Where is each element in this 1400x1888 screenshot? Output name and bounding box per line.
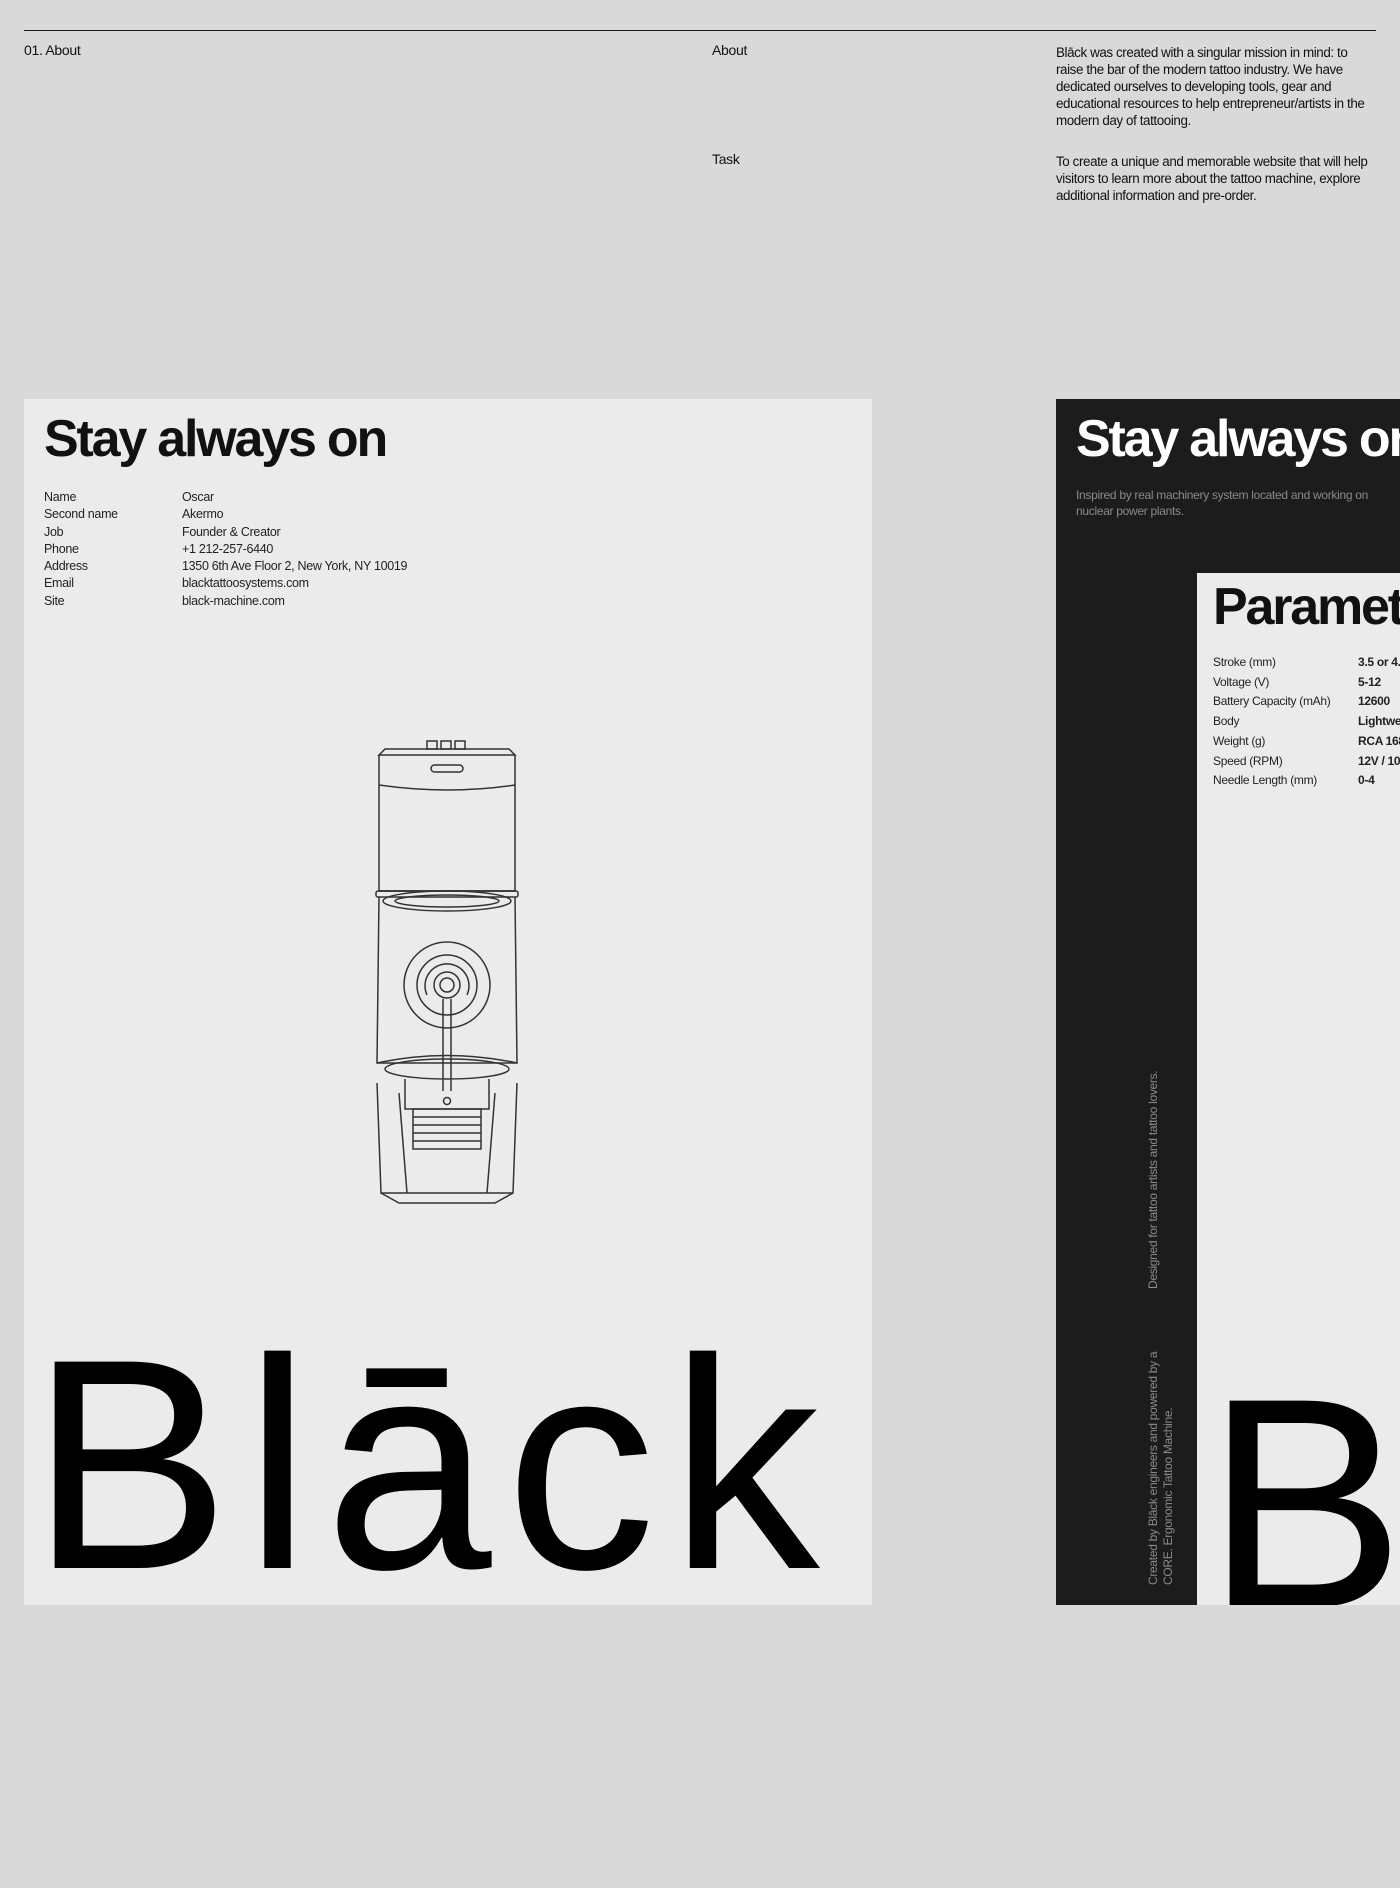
- contact-value: Akermo: [182, 507, 224, 522]
- contact-key: Job: [44, 524, 64, 539]
- contact-key: Address: [44, 559, 88, 574]
- contact-value: +1 212-257-6440: [182, 541, 274, 556]
- top-divider: [24, 30, 1376, 31]
- param-value: Lightweight: [1358, 714, 1400, 729]
- contact-row-second-name: Second name Akermo: [44, 506, 407, 523]
- contact-value: black-machine.com: [182, 593, 285, 608]
- contact-row-email: Email blacktattoosystems.com: [44, 575, 407, 592]
- contact-value: blacktattoosystems.com: [182, 576, 309, 591]
- param-value: 3.5 or 4.0: [1358, 655, 1400, 669]
- param-value: 12V / 10000: [1358, 753, 1400, 768]
- contact-key: Phone: [44, 541, 79, 556]
- contact-value: Founder & Creator: [182, 524, 281, 539]
- contact-value: Oscar: [182, 490, 214, 504]
- param-row-speed: Speed (RPM) 12V / 10000: [1213, 752, 1400, 772]
- task-label: Task: [712, 151, 740, 167]
- contact-key: Email: [44, 576, 74, 591]
- param-key: Speed (RPM): [1213, 753, 1283, 768]
- param-value: 0-4: [1358, 773, 1375, 788]
- poster-headline-dark: Stay always on: [1076, 410, 1400, 468]
- poster-contact: Stay always on Name Oscar Second name Aker…: [24, 399, 872, 1605]
- parameters-list: Stroke (mm) 3.5 or 4.0 Voltage (V) 5-12 Ba…: [1213, 653, 1400, 791]
- contact-row-phone: Phone +1 212-257-6440: [44, 541, 407, 558]
- poster-parameters: Stay always on Inspired by real machiner…: [1056, 399, 1400, 1605]
- brand-letter: B: [1205, 1335, 1400, 1605]
- poster-headline: Stay always on: [44, 410, 388, 468]
- vertical-caption-designed: Designed for tattoo artists and tattoo l…: [1146, 1070, 1160, 1289]
- param-row-battery: Battery Capacity (mAh) 12600: [1213, 692, 1400, 712]
- param-value: 12600: [1358, 694, 1390, 709]
- contact-row-address: Address 1350 6th Ave Floor 2, New York, N…: [44, 558, 408, 575]
- param-row-weight: Weight (g) RCA 168: [1213, 732, 1400, 752]
- contact-row-site: Site black-machine.com: [44, 593, 407, 610]
- about-label: About: [712, 42, 748, 58]
- parameters-title: Parameters: [1213, 578, 1400, 636]
- vertical-caption-line-2: CORE. Ergonomic Tattoo Machine.: [1161, 1407, 1175, 1585]
- param-key: Weight (g): [1213, 733, 1266, 748]
- tattoo-machine-icon: [375, 740, 519, 1204]
- contact-value: 1350 6th Ave Floor 2, New York, NY 10019: [182, 559, 408, 574]
- about-text: Blāck was created with a singular missio…: [1056, 45, 1365, 128]
- param-row-stroke: Stroke (mm) 3.5 or 4.0: [1213, 653, 1400, 673]
- param-row-body: Body Lightweight: [1213, 712, 1400, 732]
- contact-row-job: Job Founder & Creator: [44, 524, 407, 541]
- param-key: Needle Length (mm): [1213, 773, 1317, 788]
- brand-wordmark: Blāck: [30, 1296, 834, 1605]
- vertical-caption-line-1: Created by Blāck engineers and powered b…: [1146, 1351, 1160, 1585]
- contact-key: Second name: [44, 507, 118, 522]
- contact-key: Name: [44, 490, 77, 504]
- task-text: To create a unique and memorable website…: [1056, 154, 1368, 203]
- param-key: Body: [1213, 714, 1240, 729]
- contact-row-name: Name Oscar: [44, 489, 407, 506]
- param-key: Voltage (V): [1213, 674, 1270, 689]
- param-row-voltage: Voltage (V) 5-12: [1213, 673, 1400, 693]
- param-value: 5-12: [1358, 674, 1381, 689]
- poster-subtitle: Inspired by real machinery system locate…: [1076, 488, 1369, 518]
- param-value: RCA 168: [1358, 733, 1400, 748]
- contact-key: Site: [44, 593, 65, 608]
- param-key: Battery Capacity (mAh): [1213, 694, 1331, 709]
- vertical-caption-created: Created by Blāck engineers and powered b…: [1146, 1352, 1176, 1585]
- contact-list: Name Oscar Second name Akermo Job Founder &…: [44, 489, 408, 610]
- param-key: Stroke (mm): [1213, 655, 1276, 669]
- parameters-panel: Parameters Stroke (mm) 3.5 or 4.0 Voltage…: [1197, 573, 1400, 1605]
- section-label: 01. About: [24, 42, 81, 58]
- param-row-needle: Needle Length (mm) 0-4: [1213, 771, 1400, 791]
